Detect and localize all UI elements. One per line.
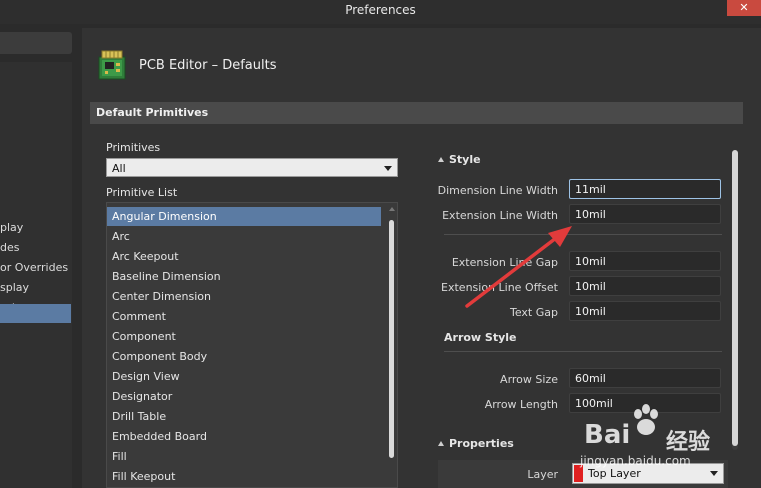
watermark-jingyan: 经验	[666, 430, 711, 455]
watermark: Bai 经验 jingyan.baidu.com	[580, 404, 750, 484]
watermark-url: jingyan.baidu.com	[580, 454, 691, 468]
paw-logo-icon	[634, 404, 658, 435]
watermark-bai: Bai	[584, 420, 631, 450]
